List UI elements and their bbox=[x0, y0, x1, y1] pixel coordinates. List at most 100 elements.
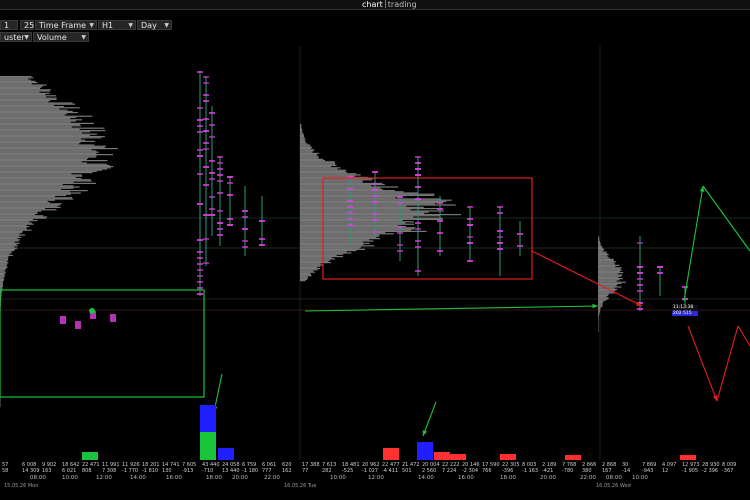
cluster-cell bbox=[437, 220, 443, 222]
profile-bar bbox=[0, 265, 7, 267]
period-value: 1 bbox=[4, 21, 10, 30]
title-bar: chart trading bbox=[0, 0, 750, 10]
chart-canvas[interactable] bbox=[0, 46, 750, 460]
profile-bar bbox=[598, 243, 601, 245]
profile-bar bbox=[598, 298, 609, 300]
time-axis-label: 12:00 bbox=[96, 475, 112, 481]
profile-bar bbox=[0, 169, 102, 171]
profile-bar bbox=[300, 264, 323, 266]
profile-bar bbox=[0, 118, 71, 120]
profile-bar bbox=[0, 78, 29, 80]
cluster-cell bbox=[259, 238, 265, 240]
cluster-cell bbox=[415, 240, 421, 242]
profile-bar bbox=[300, 256, 343, 258]
profile-bar bbox=[0, 127, 105, 129]
profile-bar bbox=[0, 174, 82, 176]
profile-bar bbox=[0, 251, 12, 253]
profile-bar bbox=[0, 150, 97, 152]
cluster-cell bbox=[347, 212, 353, 214]
profile-bar bbox=[0, 264, 7, 266]
profile-bar bbox=[300, 136, 305, 138]
cluster-cell bbox=[203, 76, 209, 78]
cluster-cell bbox=[517, 233, 523, 235]
profile-bar bbox=[598, 311, 600, 313]
profile-bar bbox=[300, 212, 425, 214]
profile-bar bbox=[598, 260, 614, 262]
count-field[interactable]: 25 bbox=[20, 20, 34, 30]
cluster-cell bbox=[242, 240, 248, 242]
profile-bar bbox=[300, 223, 415, 225]
timeframe-dropdown[interactable]: Time Frame ▼ bbox=[35, 20, 97, 30]
profile-bar bbox=[0, 250, 15, 252]
volume-bar bbox=[417, 442, 433, 460]
profile-bar bbox=[598, 255, 607, 257]
profile-bar bbox=[300, 215, 441, 217]
bottom-axis: 57 58 6 008 14 309 9 902 163 18 642 6 021 22 471… bbox=[0, 462, 750, 500]
profile-bar bbox=[0, 151, 99, 153]
delta-cell: -367 bbox=[722, 468, 734, 474]
timeframe-value-dropdown[interactable]: H1 ▼ bbox=[98, 20, 136, 30]
cluster-cell bbox=[203, 184, 209, 186]
cluster-cell bbox=[203, 238, 209, 240]
profile-bar bbox=[300, 242, 370, 244]
cluster-cell bbox=[637, 272, 643, 274]
cluster-cell bbox=[209, 136, 215, 138]
cluster-cell bbox=[637, 242, 643, 244]
period-field[interactable]: 1 bbox=[0, 20, 18, 30]
cluster-cell bbox=[203, 142, 209, 144]
cluster-cell bbox=[415, 222, 421, 224]
time-axis-label: 10:00 bbox=[62, 475, 78, 481]
range-dropdown[interactable]: Day ▼ bbox=[137, 20, 172, 30]
profile-bar bbox=[0, 88, 41, 90]
indicator-value: Volume bbox=[37, 33, 67, 42]
profile-bar bbox=[300, 275, 312, 277]
profile-bar bbox=[598, 329, 599, 331]
profile-bar bbox=[0, 166, 114, 168]
price-label-value: 202 515 bbox=[672, 311, 698, 316]
count-value: 25 bbox=[24, 21, 35, 30]
profile-bar bbox=[300, 245, 375, 247]
profile-bar bbox=[300, 194, 434, 196]
day-axis-label: 16.05.26 Wed bbox=[596, 483, 631, 489]
cluster-cell bbox=[209, 208, 215, 210]
profile-bar bbox=[300, 152, 320, 154]
profile-bar bbox=[0, 188, 62, 190]
indicator-dropdown[interactable]: Volume ▼ bbox=[33, 32, 89, 42]
cluster-cell bbox=[197, 263, 203, 265]
profile-bar bbox=[300, 238, 381, 240]
profile-bar bbox=[300, 257, 333, 259]
profile-bar bbox=[0, 263, 8, 265]
mode-dropdown[interactable]: uster ▼ bbox=[0, 32, 32, 42]
profile-bar bbox=[300, 127, 302, 129]
profile-bar bbox=[0, 164, 110, 166]
profile-bar bbox=[0, 286, 3, 288]
profile-bar bbox=[0, 91, 40, 93]
cluster-cell bbox=[372, 231, 378, 233]
profile-bar bbox=[0, 119, 83, 121]
profile-bar bbox=[300, 155, 318, 157]
delta-cell: -4 411 bbox=[382, 468, 399, 474]
profile-bar bbox=[598, 275, 622, 277]
red-projection-line bbox=[737, 325, 750, 347]
cluster-cell bbox=[197, 107, 203, 109]
profile-bar bbox=[0, 161, 82, 163]
volume-bar bbox=[218, 448, 234, 460]
profile-bar bbox=[0, 146, 105, 148]
profile-bar bbox=[0, 112, 78, 114]
profile-bar bbox=[0, 101, 49, 103]
cluster-cell bbox=[467, 218, 473, 220]
profile-bar bbox=[0, 247, 18, 249]
profile-bar bbox=[300, 157, 319, 159]
profile-bar bbox=[300, 182, 383, 184]
profile-bar bbox=[0, 276, 5, 278]
profile-bar bbox=[598, 327, 599, 329]
profile-bar bbox=[0, 137, 102, 139]
profile-bar bbox=[0, 131, 91, 133]
cluster-cell bbox=[209, 214, 215, 216]
profile-bar bbox=[0, 152, 97, 154]
profile-bar bbox=[300, 248, 365, 250]
delta-cell: -710 bbox=[202, 468, 214, 474]
cluster-cell bbox=[372, 183, 378, 185]
profile-bar bbox=[598, 245, 603, 247]
profile-bar bbox=[0, 259, 9, 261]
